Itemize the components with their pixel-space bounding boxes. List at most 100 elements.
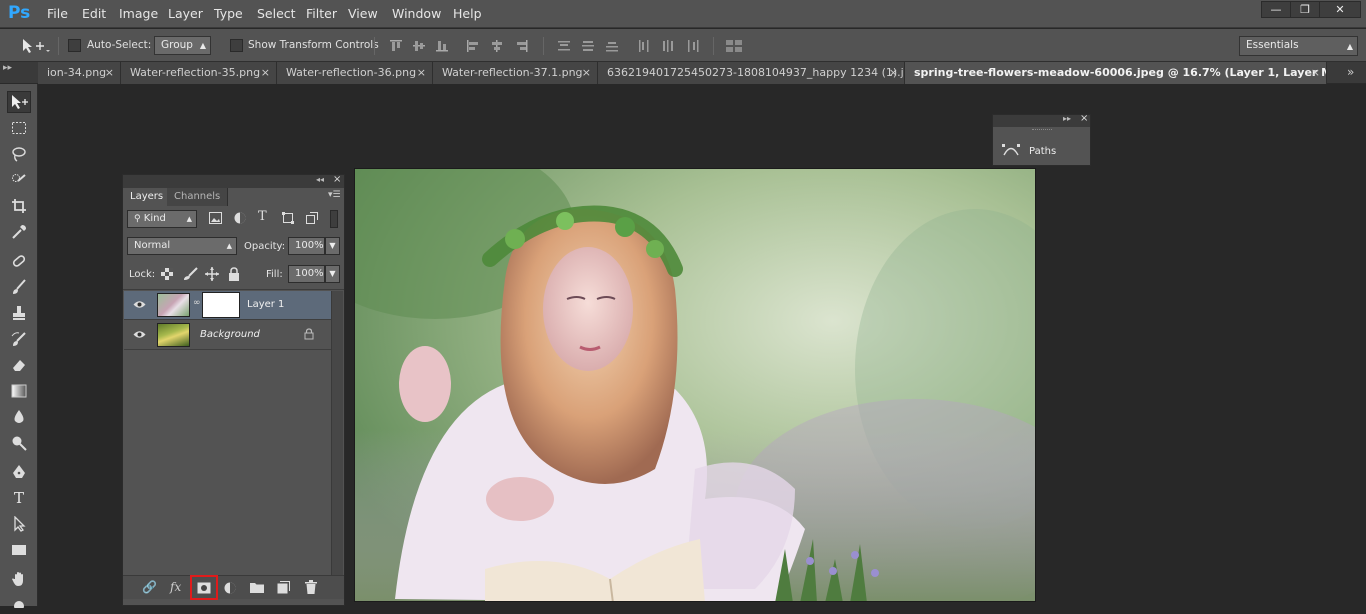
gradient-tool-icon[interactable] — [7, 380, 31, 402]
show-transform-checkbox[interactable] — [230, 39, 243, 52]
close-window-button[interactable]: ✕ — [1319, 1, 1361, 18]
marquee-tool-icon[interactable] — [7, 117, 31, 139]
hand-tool-icon[interactable] — [7, 568, 31, 590]
close-icon[interactable]: × — [889, 62, 898, 83]
filter-type-icon[interactable]: T — [258, 209, 267, 224]
filter-pixel-icon[interactable] — [209, 212, 222, 227]
menu-layer[interactable]: Layer — [168, 6, 203, 21]
link-layers-icon[interactable]: 🔗 — [142, 580, 157, 594]
distribute-vcenter-icon[interactable] — [581, 39, 595, 53]
distribute-bottom-icon[interactable] — [605, 39, 619, 53]
layer-thumbnail[interactable] — [157, 323, 190, 347]
path-selection-tool-icon[interactable] — [7, 513, 31, 535]
align-bottom-icon[interactable] — [435, 39, 449, 53]
align-vcenter-icon[interactable] — [412, 39, 426, 53]
close-icon[interactable]: × — [1311, 62, 1320, 83]
eraser-tool-icon[interactable] — [7, 354, 31, 376]
paths-label[interactable]: Paths — [1029, 146, 1056, 157]
tab-water-reflection-36[interactable]: Water-reflection-36.png × — [277, 62, 433, 84]
distribute-right-icon[interactable] — [686, 39, 700, 53]
pen-tool-icon[interactable] — [7, 461, 31, 483]
tab-water-reflection-37[interactable]: Water-reflection-37.1.png × — [433, 62, 598, 84]
tab-channels[interactable]: Channels — [167, 188, 229, 206]
tab-layers[interactable]: Layers — [123, 188, 172, 206]
tab-ion-34[interactable]: ion-34.png × — [38, 62, 121, 84]
menu-select[interactable]: Select — [257, 6, 296, 21]
clone-stamp-tool-icon[interactable] — [7, 302, 31, 324]
menu-filter[interactable]: Filter — [306, 6, 337, 21]
brush-tool-icon[interactable] — [7, 276, 31, 298]
layer-name[interactable]: Layer 1 — [247, 299, 284, 310]
grip-handle[interactable] — [1032, 129, 1052, 132]
eyedropper-tool-icon[interactable] — [7, 221, 31, 243]
close-icon[interactable]: × — [105, 62, 114, 83]
layer-row-layer-1[interactable]: ∞ Layer 1 — [124, 291, 331, 320]
layer-thumbnail[interactable] — [157, 293, 190, 317]
adjustment-layer-icon[interactable] — [224, 581, 238, 598]
kind-filter-dropdown[interactable]: ⚲ Kind ▲ — [127, 210, 197, 228]
auto-select-checkbox[interactable] — [68, 39, 81, 52]
type-tool-icon[interactable]: T — [7, 487, 31, 509]
filter-shape-icon[interactable] — [282, 212, 294, 227]
close-icon[interactable]: × — [417, 62, 426, 83]
filter-smart-object-icon[interactable] — [306, 212, 318, 227]
quick-selection-tool-icon[interactable] — [7, 169, 31, 191]
chevron-down-icon[interactable]: ▼ — [325, 265, 340, 283]
auto-align-layers-icon[interactable] — [725, 39, 743, 53]
chevron-down-icon[interactable]: ▼ — [325, 237, 340, 255]
restore-button[interactable]: ❐ — [1290, 1, 1320, 18]
lock-transparent-icon[interactable] — [161, 268, 173, 283]
fx-icon[interactable]: fx — [170, 580, 181, 594]
menu-help[interactable]: Help — [453, 6, 482, 21]
close-icon[interactable]: × — [261, 62, 270, 83]
collapse-toolbar-icon[interactable]: ▸▸ — [3, 63, 12, 73]
filter-adjustment-icon[interactable] — [234, 212, 246, 227]
add-layer-mask-icon[interactable] — [197, 582, 211, 597]
minimize-button[interactable]: — — [1261, 1, 1291, 18]
lock-all-icon[interactable] — [228, 267, 240, 284]
move-tool-preset-icon[interactable] — [20, 36, 50, 56]
layer-row-background[interactable]: Background — [124, 321, 331, 350]
rectangle-tool-icon[interactable] — [7, 539, 31, 561]
layer-name[interactable]: Background — [200, 329, 260, 340]
filter-toggle-switch[interactable] — [330, 210, 338, 228]
crop-tool-icon[interactable] — [7, 195, 31, 217]
align-hcenter-icon[interactable] — [490, 39, 504, 53]
lasso-tool-icon[interactable] — [7, 143, 31, 165]
distribute-hcenter-icon[interactable] — [661, 39, 675, 53]
lock-image-icon[interactable] — [183, 267, 198, 284]
collapse-panel-icon[interactable]: ◂◂ — [316, 175, 324, 184]
eye-icon[interactable] — [133, 329, 146, 342]
align-top-icon[interactable] — [389, 39, 403, 53]
trash-icon[interactable] — [305, 580, 317, 597]
close-icon[interactable]: × — [582, 62, 591, 83]
workspace-dropdown[interactable]: Essentials ▲ — [1239, 36, 1358, 56]
fill-input[interactable]: 100% — [288, 265, 325, 283]
eye-icon[interactable] — [133, 299, 146, 312]
move-tool-icon[interactable] — [7, 91, 31, 113]
align-right-icon[interactable] — [515, 39, 529, 53]
layer-mask-thumbnail[interactable] — [202, 292, 240, 318]
link-icon[interactable]: ∞ — [193, 298, 201, 308]
zoom-tool-icon[interactable] — [7, 592, 31, 614]
layers-scrollbar[interactable] — [331, 291, 343, 575]
blur-tool-icon[interactable] — [7, 406, 31, 428]
history-brush-tool-icon[interactable] — [7, 328, 31, 350]
document-canvas[interactable] — [354, 168, 1036, 602]
paths-icon[interactable] — [1002, 142, 1020, 161]
distribute-left-icon[interactable] — [637, 39, 651, 53]
distribute-top-icon[interactable] — [557, 39, 571, 53]
tab-water-reflection-35[interactable]: Water-reflection-35.png × — [121, 62, 277, 84]
folder-icon[interactable] — [250, 581, 264, 596]
more-tabs-icon[interactable]: » — [1347, 65, 1354, 79]
menu-type[interactable]: Type — [214, 6, 243, 21]
menu-file[interactable]: File — [47, 6, 68, 21]
expand-panel-icon[interactable]: ▸▸ — [1063, 114, 1071, 123]
auto-select-dropdown[interactable]: Group ▲ — [154, 36, 211, 55]
opacity-input[interactable]: 100% — [288, 237, 325, 255]
close-panel-icon[interactable]: × — [333, 174, 341, 185]
blend-mode-dropdown[interactable]: Normal ▲ — [127, 237, 237, 255]
panel-menu-icon[interactable]: ▾☰ — [328, 190, 341, 200]
tab-happy-1234[interactable]: 636219401725450273-1808104937_happy 1234… — [598, 62, 905, 84]
new-layer-icon[interactable] — [277, 581, 290, 597]
